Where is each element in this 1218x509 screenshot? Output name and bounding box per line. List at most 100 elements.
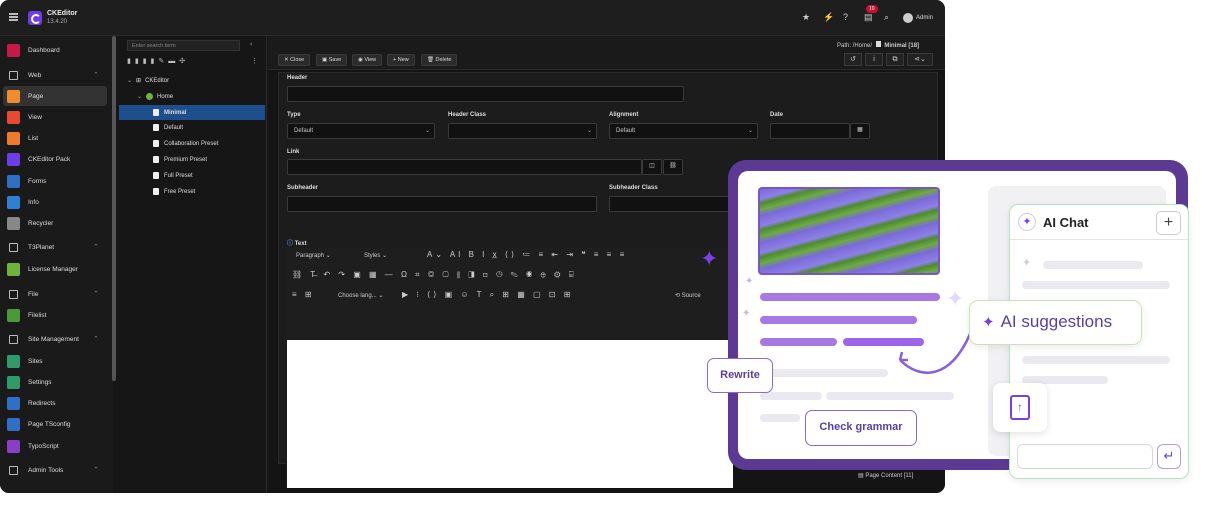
help-icon[interactable]: ? — [843, 12, 848, 22]
link-icon[interactable]: ⛓ — [663, 159, 683, 175]
chat-input[interactable] — [1017, 444, 1153, 469]
tree-page-item[interactable]: Full Preset — [153, 168, 193, 183]
type-select[interactable]: Default ⌄ — [287, 123, 435, 139]
module-label: Filelist — [28, 311, 47, 319]
header-label: Header — [287, 75, 308, 81]
alignment-select[interactable]: Default ⌄ — [609, 123, 758, 139]
new-chat-button[interactable]: + — [1156, 211, 1181, 235]
module-menu: Dashboard Web ⌃ Page View List CKEditor Pack Fo… — [0, 36, 113, 493]
chevron-down-icon[interactable]: ⌃ — [93, 466, 99, 474]
chevron-up-icon[interactable]: ⌃ — [93, 71, 99, 79]
collapse-icon[interactable]: ‹ — [250, 41, 252, 48]
chat-line — [1043, 261, 1143, 269]
module-filelist[interactable]: Filelist — [0, 305, 107, 325]
tree-toolbar-icons[interactable]: ▮▮▮▮✎▬✣ — [127, 57, 189, 65]
save-button[interactable]: ▣ Save — [316, 54, 348, 66]
formatting-icons[interactable]: A⌄ AI B I x̲ ⟨⟩ ≔ ≡ ⇤ ⇥ ❝ ≡ ≡ ≡ — [427, 250, 627, 259]
text-line — [760, 414, 800, 422]
module-settings[interactable]: Settings — [0, 372, 107, 392]
subheader-class-label: Subheader Class — [609, 185, 658, 191]
info-icon[interactable]: i — [865, 53, 883, 66]
more-options-icon[interactable]: ⋮ — [251, 57, 258, 65]
text-line — [760, 293, 940, 301]
module-site-management[interactable]: Site Management ⌃ — [0, 329, 107, 349]
open-external-icon[interactable]: ⧉ — [886, 53, 904, 66]
insert-icons[interactable]: ⛓ T̶ ↶ ↷ ▣ ▦ — Ω ⌗ ◎ ▢ ⦀ ◨ ⊡ ◷ ✎ ◉ ⊕ ⚙ ⌸ — [292, 270, 577, 280]
close-button[interactable]: ✕ Close — [278, 54, 311, 66]
alignment-label: Alignment — [609, 112, 639, 118]
module-list[interactable]: List — [0, 128, 107, 148]
chevron-up-icon[interactable]: ⌃ — [93, 335, 99, 343]
tree-page-item[interactable]: Premium Preset — [153, 152, 207, 167]
media-icons[interactable]: ▶ ⁝ ⟨⟩ ▣ ☺ T ⌕ ⊞ ▦ ▢ ⊡ ⊞ — [402, 290, 573, 300]
layout-icons[interactable]: ≡ ⊞ — [292, 290, 315, 299]
date-label: Date — [770, 112, 784, 118]
page-icon — [875, 41, 881, 47]
bookmark-star-icon[interactable]: ★ — [802, 12, 810, 22]
view-button[interactable]: ◉ View — [352, 54, 383, 66]
module-label: Page — [28, 92, 44, 100]
upload-file-icon[interactable]: ↑ — [1010, 395, 1030, 420]
tree-page-item[interactable]: Free Preset — [153, 184, 195, 199]
date-input[interactable] — [770, 123, 850, 139]
rewrite-chip[interactable]: Rewrite — [707, 358, 773, 393]
link-input[interactable] — [287, 159, 642, 175]
paragraph-dropdown[interactable]: Paragraph ⌄ — [293, 250, 353, 263]
link-wizard-icon[interactable]: ◫ — [642, 159, 662, 175]
flash-icon[interactable]: ⚡ — [823, 12, 834, 22]
send-icon[interactable]: ↵ — [1157, 444, 1181, 469]
module-menu-scrollbar[interactable] — [112, 36, 116, 381]
chat-line — [1022, 281, 1170, 289]
module-t3planet[interactable]: T3Planet ⌃ — [0, 237, 107, 257]
module-typoscript[interactable]: TypoScript — [0, 436, 107, 456]
module-ckeditor-pack[interactable]: CKEditor Pack — [0, 149, 107, 169]
share-icon[interactable]: ⋖⌄ — [907, 53, 933, 66]
history-icon[interactable]: ↺ — [844, 53, 862, 66]
rich-text-editor[interactable] — [287, 340, 733, 488]
hamburger-menu-icon[interactable] — [9, 13, 18, 21]
module-label: File — [28, 290, 39, 298]
subheader-input[interactable] — [287, 196, 597, 212]
module-redirects[interactable]: Redirects — [0, 393, 107, 413]
new-button[interactable]: + New — [387, 54, 415, 66]
tree-search-input[interactable]: Enter search term — [127, 40, 240, 51]
module-forms[interactable]: Forms — [0, 171, 107, 191]
avatar[interactable] — [903, 13, 913, 23]
system-info-icon[interactable]: ▤ — [864, 12, 873, 22]
module-page[interactable]: Page — [3, 86, 107, 106]
tree-root[interactable]: ⌄ ⊞ CKEditor — [127, 73, 169, 88]
delete-button[interactable]: 🗑 Delete — [421, 54, 458, 66]
module-sites[interactable]: Sites — [0, 351, 107, 371]
calendar-icon[interactable]: ▦ — [850, 123, 870, 139]
search-icon[interactable]: ⌕ — [884, 12, 889, 22]
module-web[interactable]: Web ⌃ — [0, 65, 107, 85]
module-license-manager[interactable]: License Manager — [0, 259, 107, 279]
globe-icon — [146, 93, 154, 100]
tree-page-item[interactable]: Default — [153, 120, 183, 135]
source-button[interactable]: ⟲ Source — [672, 290, 722, 303]
sparkle-icon: ✦ — [745, 276, 754, 287]
module-label: Dashboard — [28, 46, 60, 54]
language-dropdown[interactable]: Choose lang... ⌄ — [335, 290, 395, 303]
module-page-tsconfig[interactable]: Page TSconfig — [0, 414, 107, 434]
page-icon — [7, 89, 20, 103]
tree-page-item[interactable]: Minimal — [119, 105, 265, 120]
tree-page-item[interactable]: Collaboration Preset — [153, 136, 218, 151]
module-file[interactable]: File ⌃ — [0, 284, 107, 304]
tree-home[interactable]: ⌄ Home — [137, 89, 173, 104]
chevron-up-icon[interactable]: ⌃ — [93, 243, 99, 251]
header-input[interactable] — [287, 86, 684, 102]
module-recycler[interactable]: Recycler — [0, 213, 107, 233]
ai-suggestions-chip[interactable]: ✦ AI suggestions — [969, 300, 1142, 345]
user-name[interactable]: Admin — [916, 15, 933, 21]
header-class-select[interactable]: ⌄ — [448, 123, 597, 139]
chevron-up-icon[interactable]: ⌃ — [93, 290, 99, 298]
module-info[interactable]: Info — [0, 192, 107, 212]
check-grammar-chip[interactable]: Check grammar — [805, 410, 917, 446]
page-tree: Enter search term ‹ ▮▮▮▮✎▬✣ ⋮ ⌄ ⊞ CKEditor… — [118, 36, 267, 493]
module-label: Web — [28, 71, 42, 79]
module-dashboard[interactable]: Dashboard — [0, 40, 107, 60]
styles-dropdown[interactable]: Styles ⌄ — [361, 250, 421, 263]
module-admin-tools[interactable]: Admin Tools ⌃ — [0, 460, 107, 480]
module-view[interactable]: View — [0, 107, 107, 127]
